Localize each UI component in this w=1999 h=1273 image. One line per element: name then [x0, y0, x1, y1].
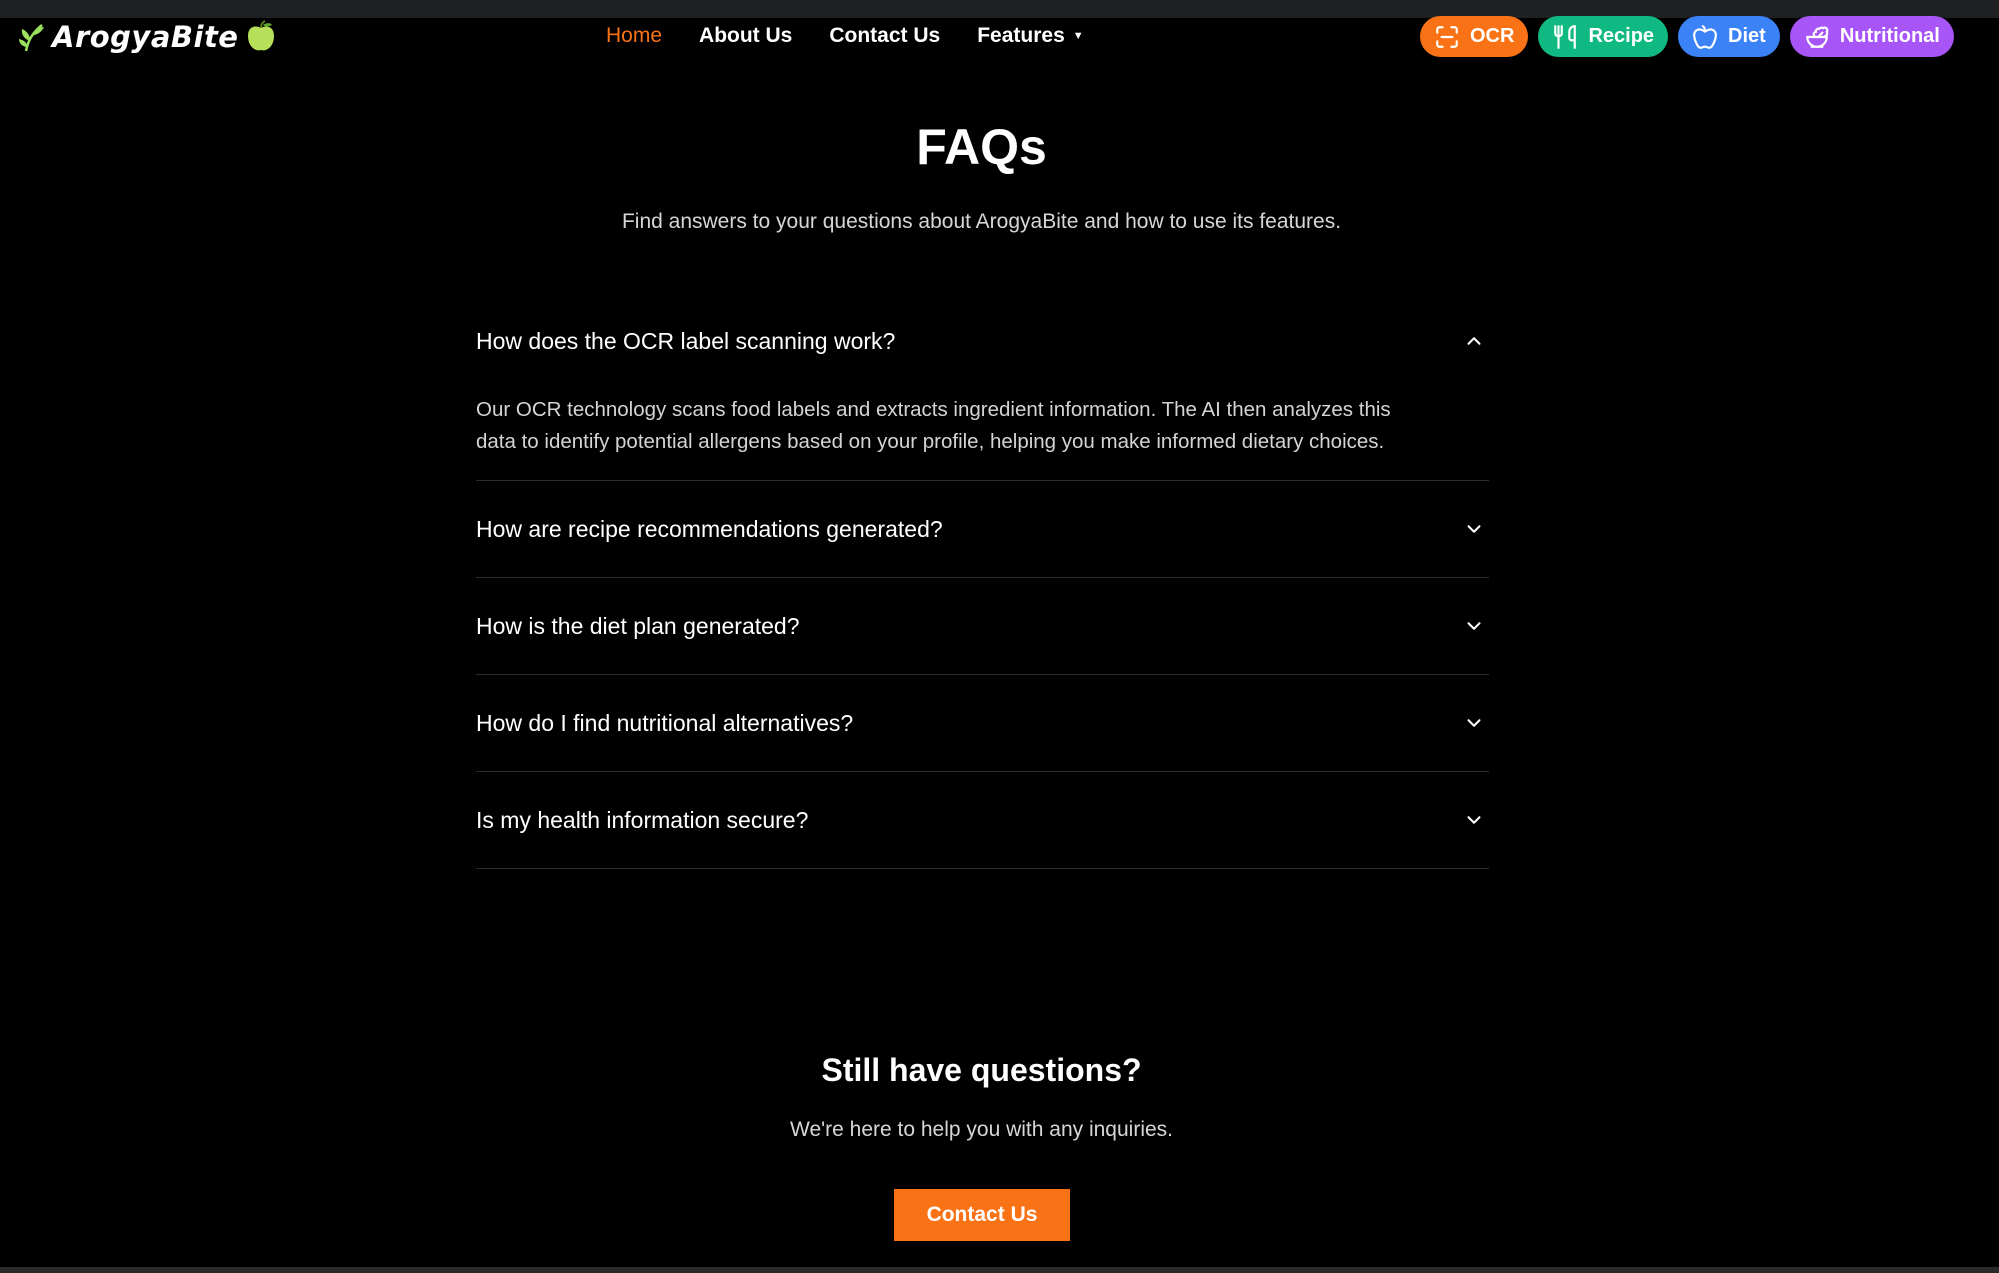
chevron-down-icon	[1467, 525, 1481, 533]
nav-about-link[interactable]: About Us	[699, 24, 792, 48]
nutritional-pill-label: Nutritional	[1839, 25, 1940, 47]
leaf-icon	[19, 24, 44, 52]
faq-question-toggle[interactable]: How do I find nutritional alternatives?	[476, 675, 1489, 771]
salad-icon	[1806, 26, 1829, 48]
bottom-strip	[0, 1267, 1999, 1273]
faq-item: How does the OCR label scanning work? Ou…	[476, 296, 1489, 481]
nav-home-link[interactable]: Home	[606, 24, 662, 48]
recipe-pill-label: Recipe	[1588, 25, 1655, 47]
page-subtitle: Find answers to your questions about Aro…	[621, 210, 1342, 233]
faq-question-toggle[interactable]: Is my health information secure?	[476, 772, 1489, 868]
utensils-icon	[1554, 24, 1577, 49]
chevron-down-icon	[1467, 622, 1481, 630]
chevron-down-icon	[1467, 816, 1481, 824]
page-title: FAQs	[916, 119, 1047, 175]
nav-features-label: Features	[977, 24, 1065, 47]
nutritional-pill-button[interactable]: Nutritional	[1789, 16, 1954, 57]
faq-question: Is my health information secure?	[476, 806, 809, 833]
faq-question-toggle[interactable]: How is the diet plan generated?	[476, 578, 1489, 674]
chevron-up-icon	[1467, 337, 1481, 345]
faq-item: How do I find nutritional alternatives?	[476, 675, 1489, 772]
faq-answer: Our OCR technology scans food labels and…	[476, 386, 1489, 480]
nav-features-dropdown[interactable]: Features ▼	[977, 24, 1083, 48]
chevron-down-icon	[1467, 719, 1481, 727]
faq-answer-line: Our OCR technology scans food labels and…	[476, 398, 1391, 421]
apple-icon	[1693, 24, 1717, 49]
ocr-pill-label: OCR	[1470, 25, 1515, 47]
faq-list: How does the OCR label scanning work? Ou…	[476, 296, 1489, 869]
cta-subtitle: We're here to help you with any inquirie…	[790, 1118, 1173, 1141]
nav-contact-link[interactable]: Contact Us	[829, 24, 940, 48]
diet-pill-label: Diet	[1728, 25, 1766, 47]
diet-pill-button[interactable]: Diet	[1678, 16, 1780, 57]
recipe-pill-button[interactable]: Recipe	[1538, 16, 1669, 57]
caret-down-icon: ▼	[1072, 30, 1084, 42]
scan-icon	[1436, 25, 1458, 48]
faq-item: Is my health information secure?	[476, 772, 1489, 869]
faq-item: How are recipe recommendations generated…	[476, 481, 1489, 578]
main-nav: Home About Us Contact Us Features ▼	[606, 24, 1121, 48]
faq-question: How are recipe recommendations generated…	[476, 515, 943, 542]
logo[interactable]: ArogyaBite	[18, 20, 278, 54]
faq-question-toggle[interactable]: How are recipe recommendations generated…	[476, 481, 1489, 577]
faq-question: How do I find nutritional alternatives?	[476, 709, 854, 736]
logo-text: ArogyaBite	[52, 20, 239, 54]
green-apple-icon	[248, 20, 275, 51]
faq-question: How does the OCR label scanning work?	[476, 327, 896, 354]
feature-pills: OCR Recipe Diet Nutritional	[1420, 16, 1954, 57]
faq-question: How is the diet plan generated?	[476, 612, 800, 639]
faq-answer-line: data to identify potential allergens bas…	[476, 430, 1385, 453]
faq-item: How is the diet plan generated?	[476, 578, 1489, 675]
ocr-pill-button[interactable]: OCR	[1420, 16, 1529, 57]
contact-us-button[interactable]: Contact Us	[894, 1189, 1070, 1241]
faq-question-toggle[interactable]: How does the OCR label scanning work?	[476, 296, 1489, 386]
cta-title: Still have questions?	[821, 1052, 1142, 1088]
